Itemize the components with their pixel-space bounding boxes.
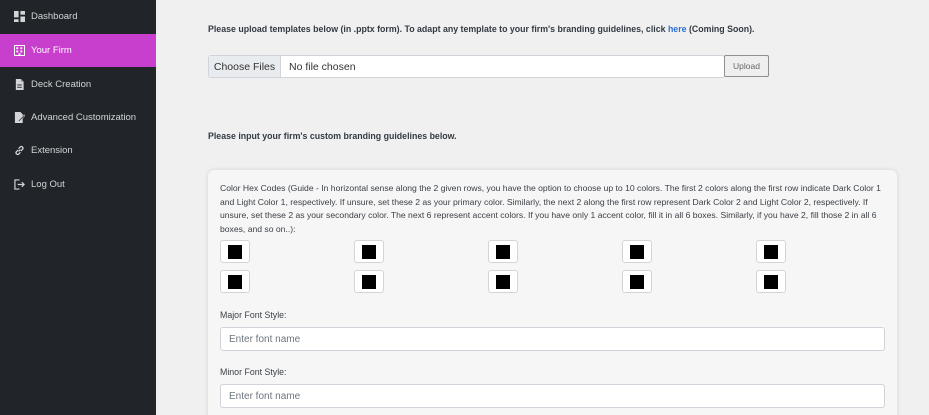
sidebar-item-label: Your Firm xyxy=(31,45,72,56)
sidebar-item-extension[interactable]: Extension xyxy=(0,134,156,167)
color-fill xyxy=(630,244,644,259)
color-fill xyxy=(362,274,376,289)
color-fill xyxy=(496,274,510,289)
sidebar-item-advanced-customization[interactable]: Advanced Customization xyxy=(0,101,156,134)
sidebar-item-label: Deck Creation xyxy=(31,79,92,90)
sidebar-item-label: Dashboard xyxy=(31,11,78,22)
color-swatch-9[interactable] xyxy=(622,270,652,293)
color-swatch-4[interactable] xyxy=(622,240,652,263)
color-swatch-3[interactable] xyxy=(488,240,518,263)
major-font-input[interactable] xyxy=(220,327,885,351)
color-swatch-7[interactable] xyxy=(354,270,384,293)
color-swatch-2[interactable] xyxy=(354,240,384,263)
branding-card: Color Hex Codes (Guide - In horizontal s… xyxy=(208,170,897,415)
upload-button[interactable]: Upload xyxy=(724,55,769,77)
link-icon xyxy=(14,145,25,156)
sidebar-item-label: Extension xyxy=(31,145,73,156)
intro-text: Please upload templates below (in .pptx … xyxy=(208,24,668,34)
sidebar-item-your-firm[interactable]: Your Firm xyxy=(0,34,156,67)
color-fill xyxy=(228,274,242,289)
branding-link[interactable]: here xyxy=(668,24,687,34)
color-fill xyxy=(764,274,778,289)
building-icon xyxy=(14,45,25,56)
sidebar-item-label: Advanced Customization xyxy=(31,112,137,123)
upload-instructions: Please upload templates below (in .pptx … xyxy=(208,24,754,34)
color-swatch-10[interactable] xyxy=(756,270,786,293)
color-fill xyxy=(764,244,778,259)
color-fill xyxy=(496,244,510,259)
color-fill xyxy=(362,244,376,259)
sidebar-item-dashboard[interactable]: Dashboard xyxy=(0,0,156,33)
file-icon xyxy=(14,79,25,90)
file-status-text: No file chosen xyxy=(289,60,356,73)
edit-file-icon xyxy=(14,112,25,123)
dashboard-icon xyxy=(14,11,25,22)
color-swatch-5[interactable] xyxy=(756,240,786,263)
sidebar-item-deck-creation[interactable]: Deck Creation xyxy=(0,68,156,101)
color-swatch-8[interactable] xyxy=(488,270,518,293)
logout-icon xyxy=(14,179,25,190)
choose-files-button[interactable]: Choose Files xyxy=(209,56,281,77)
major-font-label: Major Font Style: xyxy=(220,310,287,320)
file-input[interactable]: Choose Files No file chosen xyxy=(208,55,725,78)
color-fill xyxy=(630,274,644,289)
color-fill xyxy=(228,244,242,259)
color-swatch-1[interactable] xyxy=(220,240,250,263)
intro-suffix: (Coming Soon). xyxy=(686,24,755,34)
branding-section-title: Please input your firm's custom branding… xyxy=(208,131,457,141)
sidebar-item-log-out[interactable]: Log Out xyxy=(0,168,156,201)
minor-font-label: Minor Font Style: xyxy=(220,367,287,377)
color-guide-text: Color Hex Codes (Guide - In horizontal s… xyxy=(220,183,881,234)
color-swatch-6[interactable] xyxy=(220,270,250,293)
minor-font-input[interactable] xyxy=(220,384,885,408)
main-content: Please upload templates below (in .pptx … xyxy=(156,0,929,415)
sidebar: Dashboard Your Firm Deck Creation Advanc… xyxy=(0,0,156,415)
sidebar-item-label: Log Out xyxy=(31,179,65,190)
